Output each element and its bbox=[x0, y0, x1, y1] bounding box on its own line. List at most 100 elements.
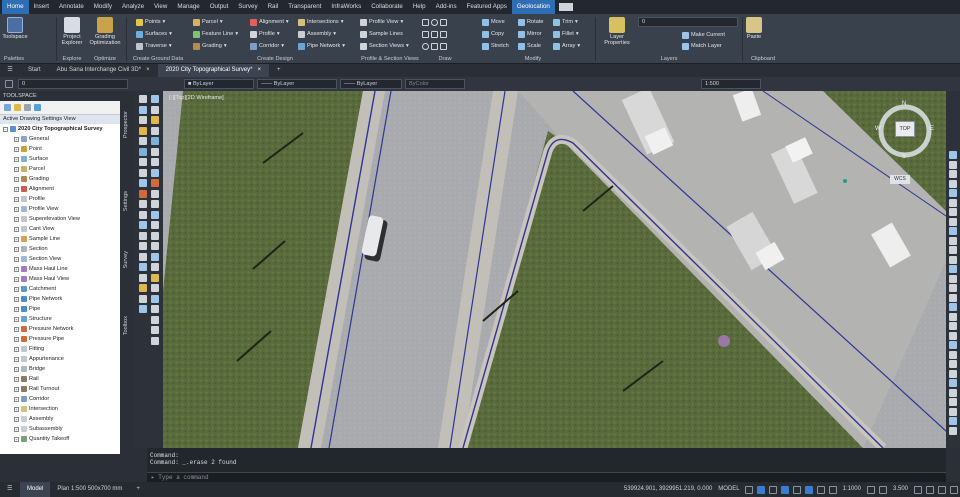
palette-tool-icon[interactable] bbox=[151, 126, 159, 135]
toolspace-button[interactable]: Toolspace bbox=[2, 17, 28, 40]
palette-tool-icon[interactable] bbox=[139, 242, 147, 250]
tree-item[interactable]: + Sample Line bbox=[0, 234, 135, 244]
nav-tool-icon[interactable] bbox=[949, 160, 957, 169]
collapse-icon[interactable]: − bbox=[3, 126, 8, 132]
alignment-button[interactable]: Alignment ▾ bbox=[250, 17, 289, 27]
expand-icon[interactable]: + bbox=[14, 246, 19, 252]
palette-tool-icon[interactable] bbox=[139, 305, 147, 313]
palette-tool-icon[interactable] bbox=[151, 231, 159, 240]
palette-tool-icon[interactable] bbox=[139, 95, 147, 103]
nav-tool-icon[interactable] bbox=[949, 198, 957, 207]
expand-icon[interactable]: + bbox=[14, 416, 19, 422]
tree-item[interactable]: + Rail Turnout bbox=[0, 384, 135, 394]
nav-tool-icon[interactable] bbox=[949, 189, 957, 197]
fillet-button[interactable]: Fillet ▾ bbox=[553, 29, 579, 39]
viewcube-top-face[interactable]: TOP bbox=[895, 121, 915, 137]
palette-tool-icon[interactable] bbox=[151, 105, 159, 114]
surfaces-button[interactable]: Surfaces ▾ bbox=[136, 29, 172, 39]
tab-view[interactable]: View bbox=[149, 0, 172, 14]
palette-tool-icon[interactable] bbox=[151, 189, 159, 198]
hardware-icon[interactable] bbox=[926, 485, 934, 494]
copy-button[interactable]: Copy bbox=[482, 29, 504, 39]
tree-item[interactable]: + Surface bbox=[0, 154, 135, 164]
tree-item[interactable]: + Section View bbox=[0, 254, 135, 264]
hamburger-icon[interactable]: ☰ bbox=[0, 64, 20, 77]
tree-item[interactable]: + Rail bbox=[0, 374, 135, 384]
tree-root[interactable]: −2020 City Topographical Survey bbox=[0, 124, 135, 134]
palette-tool-icon[interactable] bbox=[139, 126, 147, 135]
help-icon[interactable] bbox=[34, 104, 41, 111]
palette-tool-icon[interactable] bbox=[139, 158, 147, 166]
grading-optimization-button[interactable]: Grading Optimization bbox=[86, 17, 124, 46]
palette-tool-icon[interactable] bbox=[139, 189, 147, 198]
palette-tool-icon[interactable] bbox=[139, 252, 147, 261]
tree-item[interactable]: + Alignment bbox=[0, 184, 135, 194]
line-tool[interactable] bbox=[422, 17, 447, 27]
tab-geolocation[interactable]: Geolocation bbox=[511, 0, 555, 14]
palette-tool-icon[interactable] bbox=[151, 336, 159, 345]
expand-icon[interactable]: + bbox=[14, 156, 19, 162]
tab-manage[interactable]: Manage bbox=[172, 0, 204, 14]
tab-home[interactable]: Home bbox=[2, 0, 29, 14]
polyline-tool[interactable] bbox=[422, 29, 447, 39]
stretch-button[interactable]: Stretch bbox=[482, 41, 509, 51]
nav-tool-icon[interactable] bbox=[949, 360, 957, 368]
palette-tool-icon[interactable] bbox=[139, 105, 147, 114]
expand-icon[interactable]: + bbox=[14, 336, 19, 342]
nav-tool-icon[interactable] bbox=[949, 426, 957, 435]
expand-icon[interactable]: + bbox=[14, 186, 19, 192]
tree-item[interactable]: + General bbox=[0, 134, 135, 144]
expand-icon[interactable]: + bbox=[14, 206, 19, 212]
customize-icon[interactable] bbox=[950, 485, 958, 494]
palette-tool-icon[interactable] bbox=[151, 168, 159, 177]
palette-tool-icon[interactable] bbox=[139, 284, 147, 292]
tree-item[interactable]: + Pressure Network bbox=[0, 324, 135, 334]
ellipse-tool[interactable] bbox=[422, 41, 447, 51]
tree-item[interactable]: + Mass Haul Line bbox=[0, 264, 135, 274]
nav-tool-icon[interactable] bbox=[949, 331, 957, 340]
ribbon-toggle-button[interactable] bbox=[558, 3, 573, 11]
traverse-button[interactable]: Traverse ▾ bbox=[136, 41, 172, 51]
tab-help[interactable]: Help bbox=[408, 0, 431, 14]
tab-infraworks[interactable]: InfraWorks bbox=[326, 0, 366, 14]
expand-icon[interactable]: + bbox=[14, 366, 19, 372]
tree-item[interactable]: + Grading bbox=[0, 174, 135, 184]
nav-tool-icon[interactable] bbox=[949, 246, 957, 254]
vtab-settings[interactable]: Settings bbox=[123, 191, 129, 211]
nav-tool-icon[interactable] bbox=[949, 170, 957, 178]
tree-item[interactable]: + Section bbox=[0, 244, 135, 254]
expand-icon[interactable]: + bbox=[14, 396, 19, 402]
expand-icon[interactable]: + bbox=[14, 296, 19, 302]
tree-item[interactable]: + Bridge bbox=[0, 364, 135, 374]
command-grip[interactable] bbox=[135, 448, 147, 482]
tab-collaborate[interactable]: Collaborate bbox=[366, 0, 408, 14]
nav-tool-icon[interactable] bbox=[949, 312, 957, 321]
palette-tool-icon[interactable] bbox=[151, 242, 159, 250]
tab-insert[interactable]: Insert bbox=[29, 0, 54, 14]
palette-tool-icon[interactable] bbox=[139, 137, 147, 145]
palette-tool-icon[interactable] bbox=[151, 263, 159, 271]
expand-icon[interactable]: + bbox=[14, 356, 19, 362]
tab-layout-plan[interactable]: Plan 1:500 500x700 mm bbox=[50, 482, 129, 497]
expand-icon[interactable]: + bbox=[14, 386, 19, 392]
assembly-button[interactable]: Assembly ▾ bbox=[298, 29, 336, 39]
hamburger-icon[interactable]: ☰ bbox=[0, 482, 20, 497]
tree-item[interactable]: + Fitting bbox=[0, 344, 135, 354]
expand-icon[interactable]: + bbox=[14, 176, 19, 182]
palette-tool-icon[interactable] bbox=[139, 231, 147, 240]
array-button[interactable]: Array ▾ bbox=[553, 41, 580, 51]
expand-icon[interactable]: + bbox=[14, 436, 19, 442]
palette-tool-icon[interactable] bbox=[139, 168, 147, 177]
nav-tool-icon[interactable] bbox=[949, 274, 957, 283]
nav-tool-icon[interactable] bbox=[949, 407, 957, 416]
tab-city-survey[interactable]: 2020 City Topographical Survey* × bbox=[157, 64, 270, 77]
isolate-icon[interactable] bbox=[914, 485, 922, 494]
settings-icon[interactable] bbox=[24, 104, 31, 111]
tab-output[interactable]: Output bbox=[205, 0, 234, 14]
view-selector[interactable]: Active Drawing Settings View bbox=[0, 115, 135, 124]
tab-start[interactable]: Start bbox=[20, 64, 49, 77]
nav-tool-icon[interactable] bbox=[949, 398, 957, 406]
intersections-button[interactable]: Intersections ▾ bbox=[298, 17, 344, 27]
tree-item[interactable]: + Pipe bbox=[0, 304, 135, 314]
nav-tool-icon[interactable] bbox=[949, 284, 957, 292]
